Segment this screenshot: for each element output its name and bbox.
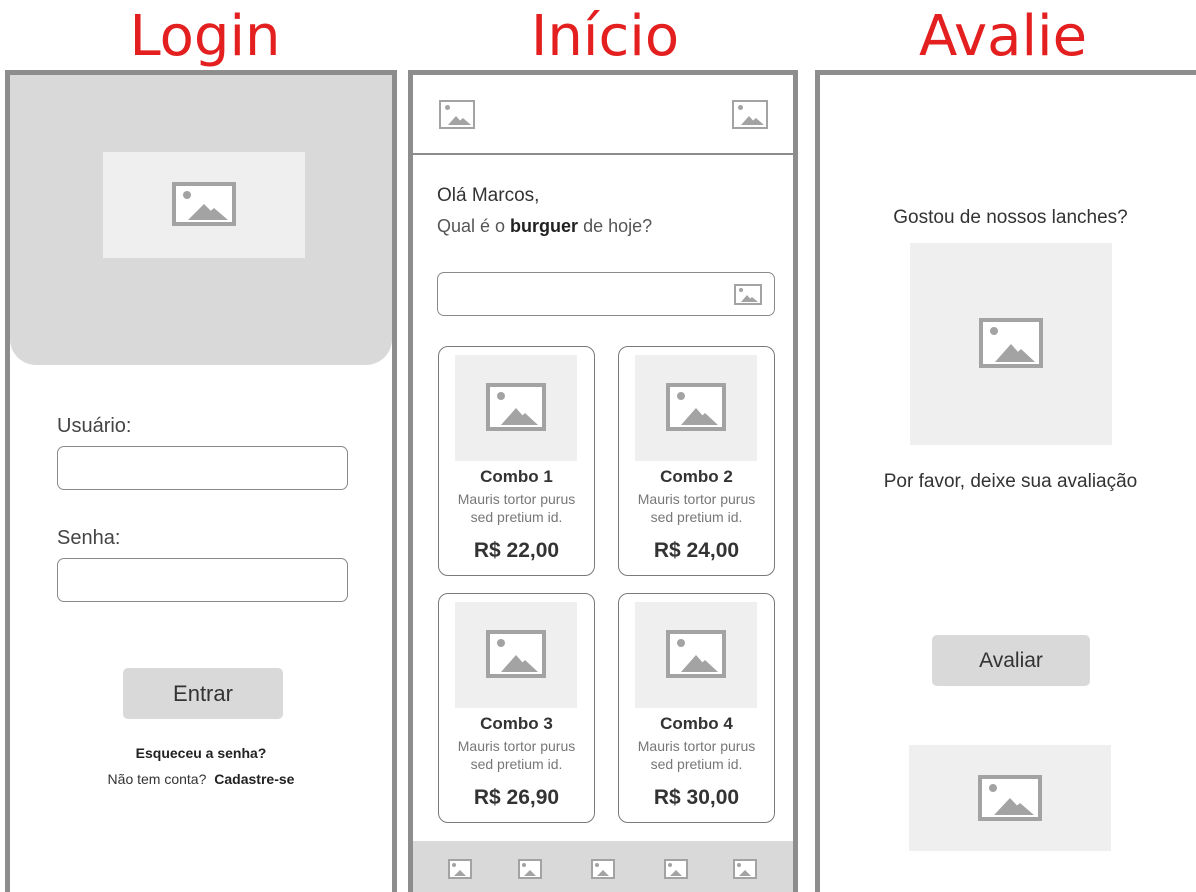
product-desc-line2: sed pretium id. [470,756,563,772]
username-field[interactable] [57,446,348,490]
nav-favorites-icon[interactable] [664,859,688,879]
product-desc-line1: Mauris tortor purus [457,491,576,507]
rate-question: Gostou de nossos lanches? [893,207,1128,228]
signup-link[interactable]: Cadastre-se [214,771,294,787]
nav-home-icon[interactable] [448,859,472,879]
product-description: Mauris tortor purus sed pretium id. [619,737,774,773]
product-image [635,602,757,708]
no-account-text: Não tem conta? [107,771,207,787]
product-image-icon [486,630,546,678]
password-field[interactable] [57,558,348,602]
rate-screen: Gostou de nossos lanches? Por favor, dei… [815,70,1196,892]
forgot-password-link[interactable]: Esqueceu a senha? [10,745,392,761]
bottom-nav [413,841,793,892]
nav-cart-icon[interactable] [591,859,615,879]
login-button[interactable]: Entrar [123,668,283,719]
product-image [635,355,757,461]
question-highlight: burguer [510,216,579,236]
nav-menu-icon[interactable] [518,859,542,879]
home-screen-title: Início [530,4,680,69]
product-desc-line2: sed pretium id. [470,509,563,525]
product-desc-line1: Mauris tortor purus [457,738,576,754]
menu-icon[interactable] [439,100,475,129]
product-description: Mauris tortor purus sed pretium id. [439,490,594,526]
product-desc-line1: Mauris tortor purus [637,491,756,507]
footer-image-icon [978,775,1042,821]
product-name: Combo 2 [660,467,733,486]
login-header-panel [10,75,392,365]
login-screen: Usuário: Senha: Entrar Esqueceu a senha?… [5,70,397,892]
greeting-text: Olá Marcos, [437,185,540,206]
product-image-icon [666,630,726,678]
product-price: R$ 26,90 [473,786,560,809]
footer-image [909,745,1111,851]
product-image [455,355,577,461]
question-text: Qual é o burguer de hoje? [437,216,652,237]
product-description: Mauris tortor purus sed pretium id. [439,737,594,773]
nav-profile-icon[interactable] [733,859,757,879]
username-label: Usuário: [57,415,132,437]
password-label: Senha: [57,527,121,549]
product-name: Combo 4 [660,714,733,733]
home-screen: Olá Marcos, Qual é o burguer de hoje? Co… [408,70,798,892]
question-prefix: Qual é o [437,216,511,236]
product-price: R$ 30,00 [653,786,740,809]
question-suffix: de hoje? [578,216,653,236]
rate-button[interactable]: Avaliar [932,635,1090,686]
search-input[interactable] [437,272,775,316]
product-image-icon [666,383,726,431]
profile-icon[interactable] [732,100,768,129]
top-bar [413,75,793,155]
product-description: Mauris tortor purus sed pretium id. [619,490,774,526]
product-card[interactable]: Combo 2 Mauris tortor purus sed pretium i… [618,346,775,576]
product-name: Combo 1 [480,467,553,486]
rate-prompt: Por favor, deixe sua avaliação [883,471,1138,492]
rating-image-icon [979,318,1043,368]
logo-placeholder [103,152,305,258]
product-price: R$ 22,00 [473,539,560,562]
product-price: R$ 24,00 [653,539,740,562]
rating-image [910,243,1112,445]
rate-screen-title: Avalie [918,4,1088,69]
signup-row: Não tem conta? Cadastre-se [10,771,392,787]
logo-image-icon [172,182,236,226]
login-screen-title: Login [129,4,281,69]
product-desc-line1: Mauris tortor purus [637,738,756,754]
product-desc-line2: sed pretium id. [650,509,743,525]
product-image-icon [486,383,546,431]
search-icon[interactable] [734,284,762,305]
product-desc-line2: sed pretium id. [650,756,743,772]
product-card[interactable]: Combo 4 Mauris tortor purus sed pretium i… [618,593,775,823]
product-image [455,602,577,708]
product-card[interactable]: Combo 3 Mauris tortor purus sed pretium i… [438,593,595,823]
product-name: Combo 3 [480,714,553,733]
product-card[interactable]: Combo 1 Mauris tortor purus sed pretium i… [438,346,595,576]
